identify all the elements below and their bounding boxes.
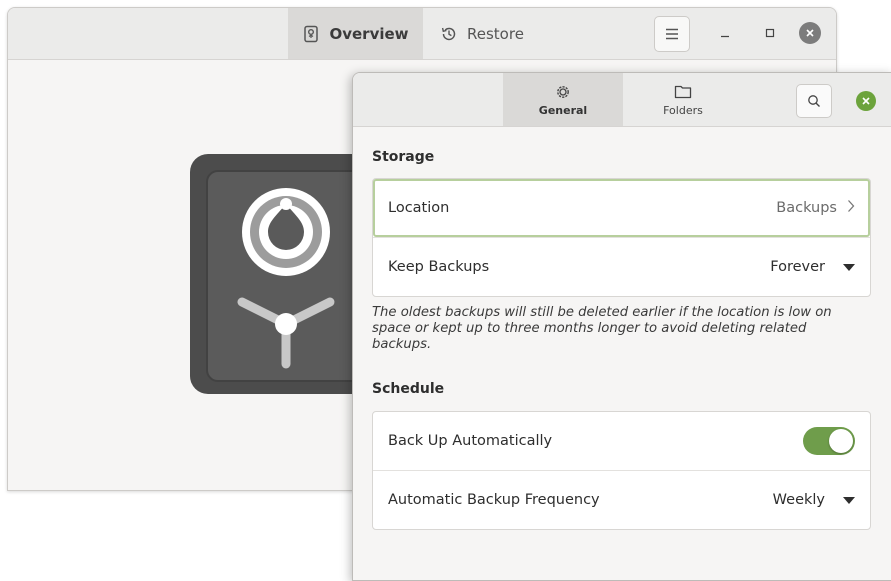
- storage-section-title: Storage: [372, 149, 435, 165]
- maximize-button[interactable]: [759, 22, 781, 44]
- search-icon: [808, 95, 820, 107]
- schedule-section-title: Schedule: [372, 381, 445, 397]
- vault-door: [206, 170, 370, 382]
- tab-general-label: General: [538, 103, 588, 117]
- dialog-close-button[interactable]: [856, 91, 876, 111]
- tab-folders-label: Folders: [663, 103, 703, 117]
- keep-backups-label: Keep Backups: [388, 259, 490, 275]
- tab-overview-label: Overview: [329, 24, 409, 43]
- main-close-button[interactable]: [799, 22, 821, 44]
- keep-backups-value: Forever: [770, 259, 825, 275]
- keep-backups-row[interactable]: Keep Backups Forever: [373, 237, 870, 296]
- dropdown-arrow-icon: [843, 496, 855, 504]
- close-icon: [862, 97, 870, 105]
- frequency-row[interactable]: Automatic Backup Frequency Weekly: [373, 470, 870, 529]
- safe-icon: [302, 25, 320, 43]
- tab-general[interactable]: General: [503, 73, 623, 126]
- tab-restore-label: Restore: [467, 24, 524, 43]
- auto-backup-row: Back Up Automatically: [373, 412, 870, 470]
- history-icon: [440, 25, 458, 43]
- gear-icon: [555, 83, 571, 101]
- frequency-label: Automatic Backup Frequency: [388, 492, 600, 508]
- minimize-button[interactable]: [714, 22, 736, 44]
- location-label: Location: [388, 200, 450, 216]
- storage-note: The oldest backups will still be deleted…: [372, 305, 832, 352]
- main-header-bar: Overview Restore: [8, 8, 836, 60]
- tab-restore[interactable]: Restore: [440, 8, 560, 59]
- search-button[interactable]: [796, 84, 832, 118]
- auto-backup-toggle[interactable]: [803, 427, 855, 455]
- schedule-card: Back Up Automatically Automatic Backup F…: [372, 411, 871, 530]
- folder-icon: [674, 83, 692, 101]
- frequency-value: Weekly: [772, 492, 825, 508]
- preferences-dialog: General Folders Storage Location Backups: [352, 72, 891, 581]
- tab-folders[interactable]: Folders: [623, 73, 743, 126]
- vault-dial-icon: [237, 188, 335, 369]
- minimize-icon: [721, 35, 729, 38]
- hamburger-icon: [665, 25, 679, 44]
- maximize-icon: [765, 28, 775, 38]
- auto-backup-label: Back Up Automatically: [388, 433, 553, 449]
- location-value: Backups: [776, 200, 837, 216]
- dropdown-arrow-icon: [843, 263, 855, 271]
- chevron-right-icon: [847, 199, 855, 217]
- storage-card: Location Backups Keep Backups Forever: [372, 178, 871, 297]
- keep-backups-dropdown[interactable]: Forever: [770, 259, 855, 275]
- dialog-header-bar: General Folders: [353, 73, 891, 127]
- main-menu-button[interactable]: [654, 16, 690, 52]
- close-icon: [806, 29, 814, 37]
- toggle-knob: [829, 429, 853, 453]
- tab-overview[interactable]: Overview: [288, 8, 423, 59]
- frequency-dropdown[interactable]: Weekly: [773, 492, 855, 508]
- location-row[interactable]: Location Backups: [373, 179, 870, 237]
